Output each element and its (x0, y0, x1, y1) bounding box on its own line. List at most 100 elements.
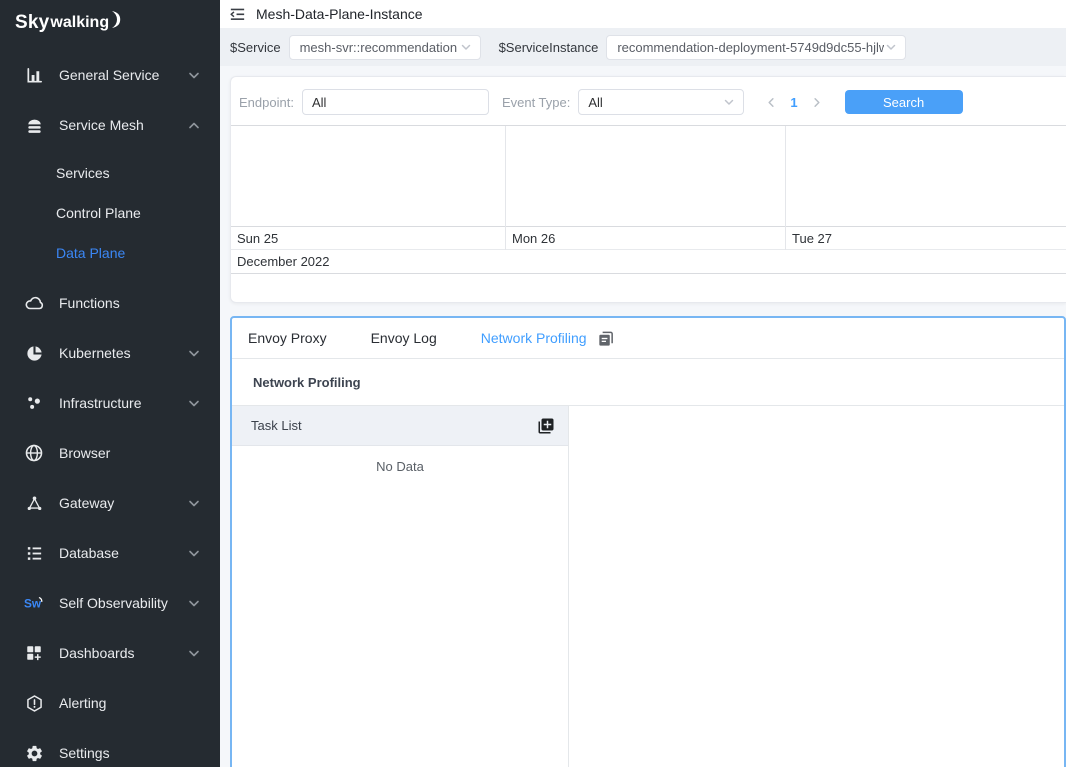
sidebar-item-services[interactable]: Services (0, 153, 220, 193)
sidebar-item-general-service[interactable]: General Service (0, 50, 220, 100)
sidebar-item-kubernetes[interactable]: Kubernetes (0, 328, 220, 378)
chevron-down-icon (188, 70, 200, 81)
alert-hexagon-icon (24, 693, 44, 713)
tab-network-profiling[interactable]: Network Profiling (481, 329, 615, 348)
sidebar-item-label: Self Observability (59, 595, 188, 611)
tab-label: Envoy Proxy (248, 330, 327, 346)
panel-title-row: Network Profiling (232, 359, 1064, 406)
sidebar-item-settings[interactable]: Settings (0, 728, 220, 767)
prev-page-button[interactable] (760, 91, 782, 113)
dashboards-icon (24, 643, 44, 663)
mesh-layers-icon (24, 115, 44, 135)
sidebar-item-label: Settings (59, 745, 200, 761)
endpoint-input-value: All (312, 95, 326, 110)
sidebar-item-label: Functions (59, 295, 200, 311)
sidebar-fold-icon[interactable] (228, 5, 247, 24)
sidebar-item-label: Alerting (59, 695, 200, 711)
sidebar-item-label: Service Mesh (59, 117, 188, 133)
title-bar: Mesh-Data-Plane-Instance (220, 0, 1066, 28)
chevron-down-icon (884, 40, 898, 54)
chevron-down-icon (188, 498, 200, 509)
event-type-select[interactable]: All (578, 89, 744, 115)
service-select[interactable]: mesh-svr::recommendation (289, 35, 481, 60)
svg-text:Sw: Sw (24, 597, 42, 611)
chevron-down-icon (188, 398, 200, 409)
event-filters: Endpoint: All Event Type: All 1 Search (231, 77, 1066, 115)
instance-tabs-card: Envoy Proxy Envoy Log Network Profiling … (230, 316, 1066, 767)
sidebar-item-label: Dashboards (59, 645, 188, 661)
task-list-header: Task List (232, 406, 568, 446)
sidebar-item-label: Control Plane (56, 205, 141, 221)
sidebar-item-database[interactable]: Database (0, 528, 220, 578)
sidebar-item-functions[interactable]: Functions (0, 278, 220, 328)
timeline-plot-area (786, 126, 1066, 227)
sidebar-nav: General Service Service Mesh Services Co… (0, 46, 220, 767)
service-instance-select-value: recommendation-deployment-5749d9dc55-hjl… (617, 40, 884, 55)
chevron-down-icon (188, 348, 200, 359)
event-type-label: Event Type: (502, 95, 570, 110)
crescent-moon-icon (111, 11, 123, 28)
tab-label: Envoy Log (371, 330, 437, 346)
logo-text-walking: walking (50, 14, 109, 32)
sw-logo-icon: Sw (24, 593, 44, 613)
selector-bar: $Service mesh-svr::recommendation $Servi… (220, 28, 1066, 66)
next-page-button[interactable] (806, 91, 828, 113)
panel-title: Network Profiling (253, 375, 361, 390)
main-area: Mesh-Data-Plane-Instance $Service mesh-s… (220, 0, 1066, 767)
sidebar-item-label: Kubernetes (59, 345, 188, 361)
chevron-down-icon (188, 648, 200, 659)
copy-documents-icon[interactable] (596, 329, 615, 348)
endpoint-label: Endpoint: (239, 95, 294, 110)
sidebar-item-label: Services (56, 165, 110, 181)
current-page-number[interactable]: 1 (782, 95, 805, 110)
cloud-icon (24, 293, 44, 313)
add-task-icon[interactable] (537, 417, 555, 435)
events-timeline[interactable]: Sun 25 Mon 26 Tue 27 December 2022 (231, 125, 1066, 302)
event-type-select-value: All (588, 95, 602, 110)
timeline-day-label: Tue 27 (786, 227, 1066, 250)
chevron-down-icon (188, 548, 200, 559)
timeline-month-label: December 2022 (231, 250, 1066, 274)
timeline-columns: Sun 25 Mon 26 Tue 27 (231, 126, 1066, 250)
sidebar-item-gateway[interactable]: Gateway (0, 478, 220, 528)
sidebar-item-dashboards[interactable]: Dashboards (0, 628, 220, 678)
tab-label: Network Profiling (481, 330, 587, 346)
tab-envoy-log[interactable]: Envoy Log (371, 330, 437, 346)
tab-envoy-proxy[interactable]: Envoy Proxy (248, 330, 327, 346)
timeline-day-label: Sun 25 (231, 227, 505, 250)
events-card: Endpoint: All Event Type: All 1 Search (230, 76, 1066, 303)
service-label: $Service (230, 40, 281, 55)
sidebar-item-self-observability[interactable]: Sw Self Observability (0, 578, 220, 628)
chevron-down-icon (722, 95, 736, 109)
service-select-value: mesh-svr::recommendation (300, 40, 459, 55)
timeline-column: Sun 25 (231, 126, 506, 250)
no-data-text: No Data (232, 459, 568, 474)
chevron-up-icon (188, 120, 200, 131)
chevron-down-icon (188, 598, 200, 609)
app-logo[interactable]: Skywalking (0, 0, 220, 46)
sidebar-item-label: Data Plane (56, 245, 125, 261)
tab-bar: Envoy Proxy Envoy Log Network Profiling (232, 318, 1064, 359)
timeline-plot-area (231, 126, 505, 227)
network-profiling-panel: Task List No Data (232, 406, 1064, 767)
sidebar-item-infrastructure[interactable]: Infrastructure (0, 378, 220, 428)
sidebar-item-label: General Service (59, 67, 188, 83)
sidebar-item-data-plane[interactable]: Data Plane (0, 233, 220, 273)
globe-icon (24, 443, 44, 463)
database-list-icon (24, 543, 44, 563)
sidebar-item-control-plane[interactable]: Control Plane (0, 193, 220, 233)
sidebar-item-browser[interactable]: Browser (0, 428, 220, 478)
sidebar-item-alerting[interactable]: Alerting (0, 678, 220, 728)
timeline-column: Mon 26 (506, 126, 786, 250)
content-area: Endpoint: All Event Type: All 1 Search (220, 66, 1066, 767)
sidebar-item-service-mesh[interactable]: Service Mesh (0, 100, 220, 150)
endpoint-input[interactable]: All (302, 89, 489, 115)
pagination: 1 (760, 91, 827, 113)
task-list-column: Task List No Data (232, 406, 569, 767)
search-button[interactable]: Search (845, 90, 963, 114)
sidebar: Skywalking General Service Service Mesh … (0, 0, 220, 767)
logo-text-sky: Sky (15, 12, 49, 34)
service-instance-select[interactable]: recommendation-deployment-5749d9dc55-hjl… (606, 35, 906, 60)
task-detail-area (569, 406, 1064, 767)
task-list-title: Task List (251, 418, 302, 433)
